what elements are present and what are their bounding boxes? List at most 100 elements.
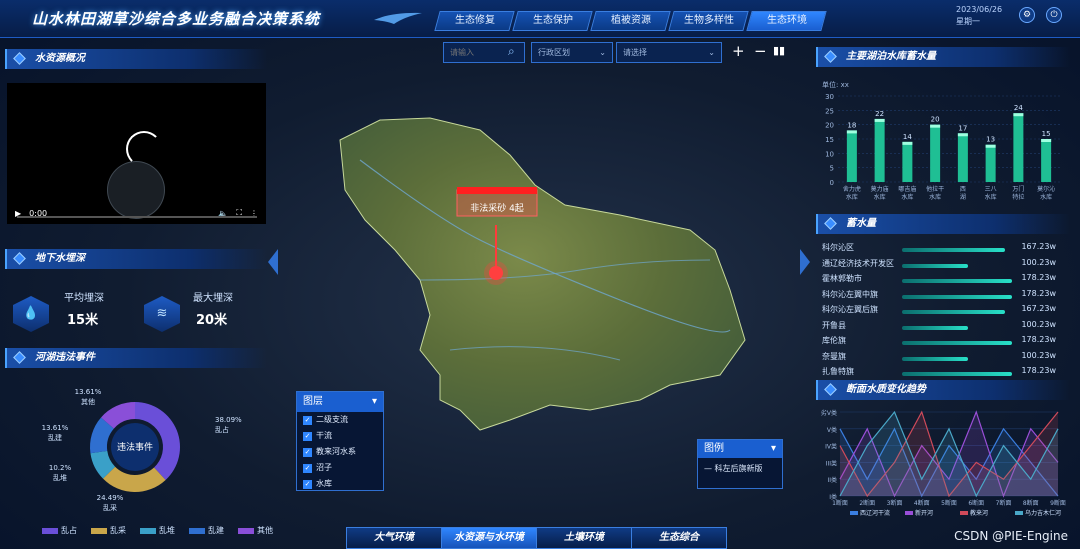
video-player[interactable]: ▶ 0:00 🔈 ⛶ ⋮: [7, 83, 266, 224]
top-tab-label: 生态保护: [532, 15, 573, 26]
layer-item[interactable]: ✓ 二级支流: [297, 412, 383, 428]
ranking-row[interactable]: 科尔沁区 167.23w: [822, 242, 1058, 257]
donut-center-label: 违法事件: [117, 441, 153, 453]
bar[interactable]: [1013, 113, 1024, 182]
bottom-tab[interactable]: 水资源与水环境: [441, 527, 537, 549]
bar[interactable]: [902, 141, 913, 182]
csdn-watermark: CSDN @PIE-Engine: [954, 529, 1068, 543]
bar-value-label: 15: [1042, 130, 1051, 138]
y-tick-label: II类: [827, 476, 837, 484]
bar[interactable]: [985, 144, 996, 182]
bar[interactable]: [874, 118, 885, 182]
ranking-name: 奈曼旗: [822, 351, 846, 361]
chevron-down-icon: ⌄: [708, 48, 715, 57]
y-tick-label: 劣V类: [821, 409, 837, 417]
region-select-value: 行政区划: [538, 48, 570, 57]
layer-item[interactable]: ✓ 教来河水系: [297, 444, 383, 460]
water-quality-line-chart: I类II类III类IV类V类劣V类1断面 2断面 3断面 4断面 5断面 6断面 7断面 8断…: [821, 409, 1066, 517]
legend-entry: 乱建: [189, 525, 224, 536]
user-icon[interactable]: ⚙: [1019, 7, 1035, 23]
top-tab[interactable]: 生态修复: [434, 11, 515, 31]
video-progress-bar[interactable]: [17, 216, 257, 218]
checkbox-checked-icon[interactable]: ✓: [303, 479, 312, 489]
bottom-tab[interactable]: 土壤环境: [536, 527, 632, 549]
legend-item: — 科左后旗新版: [704, 464, 763, 473]
legend-item-label: 科左后旗新版: [714, 464, 763, 473]
filter-select[interactable]: 请选择 ⌄: [616, 42, 722, 63]
filter-select-value: 请选择: [623, 48, 647, 57]
ranking-row[interactable]: 科尔沁左翼后旗 167.23w: [822, 304, 1058, 319]
ranking-bar: [902, 372, 1012, 376]
top-tab[interactable]: 生态环境: [746, 11, 827, 31]
legend-entry-label: 乱采: [110, 526, 126, 535]
ranking-name: 开鲁县: [822, 320, 846, 330]
checkbox-checked-icon[interactable]: ✓: [303, 463, 312, 473]
ranking-row[interactable]: 通辽经济技术开发区 100.23w: [822, 258, 1058, 273]
top-tab[interactable]: 植被资源: [590, 11, 671, 31]
bar-cap: [846, 130, 857, 134]
x-tick-label: 莫力庙: [871, 185, 889, 193]
y-tick-label: 20: [825, 122, 834, 130]
region-map[interactable]: 非法采砂 4起: [320, 100, 770, 445]
x-tick-label: 5断面: [941, 499, 957, 507]
bar[interactable]: [930, 124, 941, 182]
layer-item[interactable]: ✓ 沼子: [297, 460, 383, 476]
weekday-text: 星期一: [956, 17, 980, 26]
slice-pct-label: 24.49%: [97, 494, 124, 502]
ranking-row[interactable]: 库伦旗 178.23w: [822, 335, 1058, 350]
checkbox-checked-icon[interactable]: ✓: [303, 415, 312, 425]
legend-title: 图例: [704, 443, 724, 454]
layer-item[interactable]: ✓ 干流: [297, 428, 383, 444]
ranking-row[interactable]: 霍林郭勒市 178.23w: [822, 273, 1058, 288]
chart-tool-icon[interactable]: ▮▮: [773, 44, 785, 57]
layer-label: 水库: [316, 479, 332, 488]
slice-name-label: 乱占: [215, 425, 229, 434]
legend-header[interactable]: 图例 ▾: [698, 440, 782, 458]
region-select[interactable]: 行政区划 ⌄: [531, 42, 613, 63]
zoom-in-icon[interactable]: +: [732, 42, 745, 60]
power-icon[interactable]: ⏻: [1046, 7, 1062, 23]
avg-depth-label: 平均埋深: [64, 293, 104, 304]
bar-cap: [985, 144, 996, 148]
ranking-bar: [902, 325, 968, 330]
ranking-name: 库伦旗: [822, 336, 846, 345]
bar[interactable]: [1041, 139, 1052, 182]
legend-entry: 乱堆: [140, 525, 175, 536]
x-tick-label: 2断面: [859, 499, 875, 507]
legend-swatch: [140, 527, 156, 534]
bar[interactable]: [957, 133, 968, 182]
bar-cap: [957, 133, 968, 137]
legend-swatch: [850, 511, 858, 515]
panel-header-water-quality: 断面水质变化趋势: [816, 380, 1070, 400]
bar[interactable]: [846, 130, 857, 182]
ranking-row[interactable]: 科尔沁左翼中旗 178.23w: [822, 289, 1058, 304]
top-tab[interactable]: 生物多样性: [668, 11, 749, 31]
top-tab-label: 生态修复: [454, 15, 495, 26]
x-tick-label: 3断面: [887, 499, 903, 507]
checkbox-checked-icon[interactable]: ✓: [303, 431, 312, 441]
layer-item[interactable]: ✓ 水库: [297, 476, 383, 492]
checkbox-checked-icon[interactable]: ✓: [303, 447, 312, 457]
bottom-tab[interactable]: 大气环境: [346, 527, 442, 549]
panel-header-water-resources: 水资源概况: [5, 49, 267, 69]
top-tab-label: 植被资源: [610, 15, 651, 26]
search-icon[interactable]: ⌕: [508, 44, 515, 59]
layers-list: ✓ 二级支流 ✓ 干流 ✓ 教来河水系 ✓ 沼子 ✓ 水库: [297, 412, 383, 492]
ranking-name: 科尔沁左翼中旗: [822, 289, 878, 299]
legend-swatch: [189, 527, 205, 534]
bottom-tab[interactable]: 生态综合: [631, 527, 727, 549]
ranking-row[interactable]: 扎鲁特旗 178.23w: [822, 366, 1058, 381]
ranking-value: 178.23w: [1021, 288, 1056, 298]
top-tab[interactable]: 生态保护: [512, 11, 593, 31]
y-tick-label: III类: [826, 459, 837, 467]
legend-swatch: [905, 511, 913, 515]
zoom-out-icon[interactable]: −: [754, 42, 767, 60]
x-tick-label: 8断面: [1023, 499, 1039, 507]
ranking-row[interactable]: 开鲁县 100.23w: [822, 320, 1058, 335]
legend-entry-label: 教来河: [970, 509, 988, 517]
legend-entry-label: 乱堆: [159, 526, 175, 535]
ranking-row[interactable]: 奈曼旗 100.23w: [822, 351, 1058, 366]
layer-label: 沼子: [316, 463, 332, 472]
layers-header[interactable]: 图层 ▾: [297, 392, 383, 412]
ranking-bar: [902, 248, 1006, 252]
